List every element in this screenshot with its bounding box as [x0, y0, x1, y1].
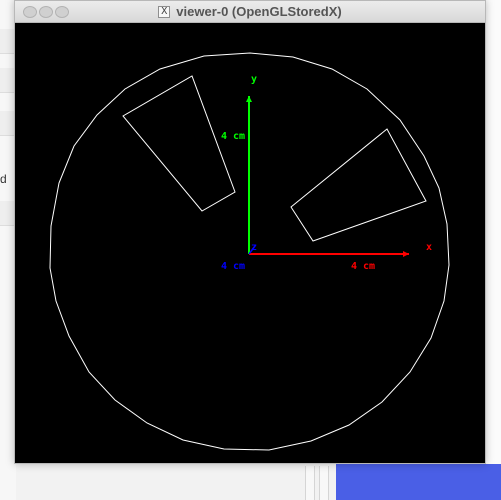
background-scroll-handle [305, 466, 315, 500]
background-scroll-handle [319, 466, 329, 500]
minimize-icon[interactable] [39, 6, 53, 18]
z-length-label: 4 cm [221, 261, 245, 272]
opengl-viewport[interactable]: x y 4 cm 4 cm 4 cm z [15, 23, 485, 463]
zoom-icon[interactable] [55, 6, 69, 18]
viewer-window: X viewer-0 (OpenGLStoredX) x y 4 cm 4 cm… [14, 0, 486, 464]
x11-icon: X [158, 6, 171, 18]
y-length-label: 4 cm [221, 131, 245, 142]
y-axis-label: y [251, 74, 257, 85]
x-length-label: 4 cm [351, 261, 375, 272]
window-title-wrap: X viewer-0 (OpenGLStoredX) [15, 1, 485, 23]
desktop: d X viewer-0 (OpenGLStoredX) x y 4 cm 4 … [0, 0, 501, 500]
background-left-text: d [0, 172, 7, 186]
origin-label: z [251, 242, 257, 253]
window-title: viewer-0 (OpenGLStoredX) [176, 4, 342, 19]
scene-canvas[interactable]: x y 4 cm 4 cm 4 cm z [15, 23, 485, 463]
x-axis-label: x [426, 242, 432, 253]
background-bottom-strip [16, 462, 336, 500]
window-titlebar[interactable]: X viewer-0 (OpenGLStoredX) [15, 1, 485, 23]
close-icon[interactable] [23, 6, 37, 18]
background-right-panel [486, 0, 501, 500]
background-blue-region [336, 464, 501, 500]
